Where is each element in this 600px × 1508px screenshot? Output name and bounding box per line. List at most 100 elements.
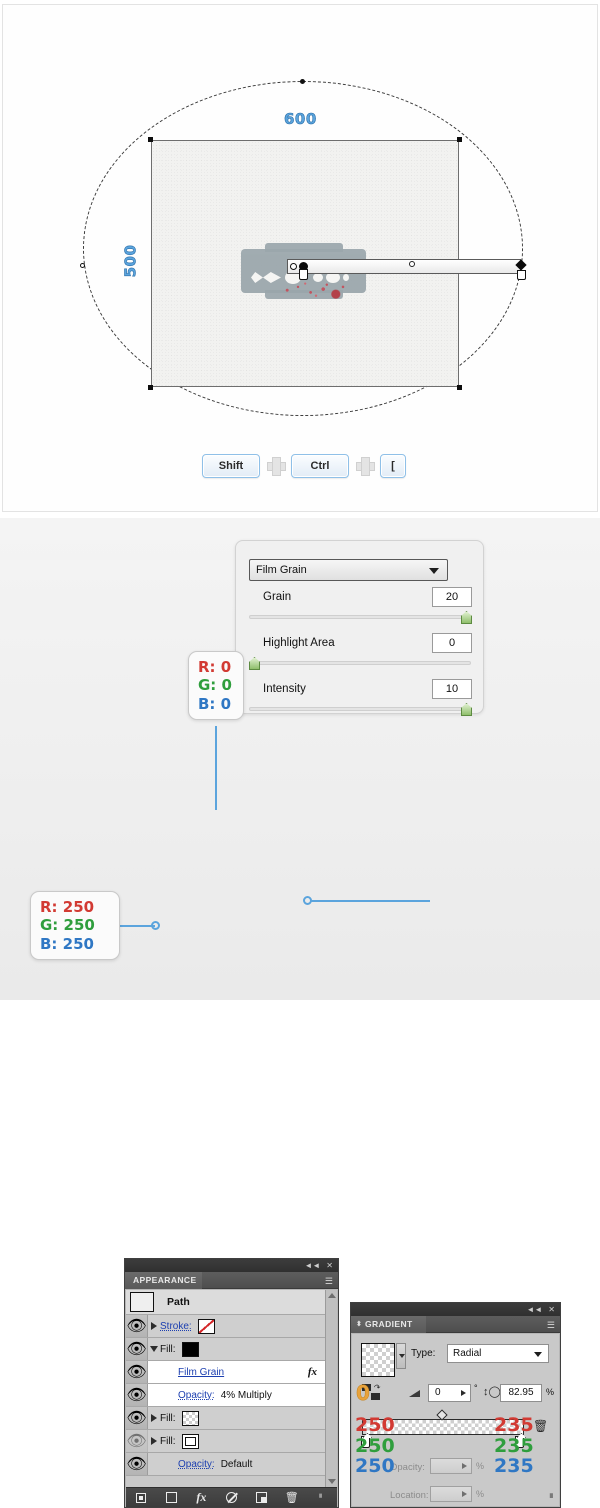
artboard-corner-bottom-right[interactable] (457, 385, 462, 390)
fill-swatch-white[interactable] (181, 1433, 199, 1449)
dropdown-arrow-icon[interactable] (462, 1491, 467, 1497)
fill-swatch-gradient[interactable] (181, 1410, 199, 1426)
grain-value-input[interactable]: 20 (432, 587, 472, 607)
appearance-panel-tabbar: APPEARANCE ☰ (125, 1272, 338, 1289)
opacity-label[interactable]: Opacity: (178, 1459, 215, 1470)
effect-name-dropdown[interactable]: Film Grain (249, 559, 448, 581)
scroll-up-icon[interactable] (328, 1293, 336, 1298)
fill-label[interactable]: Fill: (160, 1436, 176, 1447)
delete-effect-button[interactable] (216, 1492, 246, 1503)
appearance-row-fill-white[interactable]: 👁 Fill: (126, 1430, 325, 1453)
expand-triangle-icon[interactable] (148, 1322, 160, 1330)
ellipse-anchor-top[interactable] (300, 79, 305, 84)
appearance-row-opacity-default[interactable]: 👁 Opacity: Default (126, 1453, 325, 1476)
visibility-eye-icon[interactable]: 👁 (126, 1315, 148, 1337)
dropdown-arrow-icon[interactable] (462, 1463, 467, 1469)
tab-gradient[interactable]: ⬍ GRADIENT (351, 1316, 426, 1333)
appearance-row-stroke[interactable]: 👁 Stroke: (126, 1315, 325, 1338)
appearance-object-row[interactable]: Path (126, 1290, 325, 1315)
plus-icon (267, 457, 286, 476)
fill-label[interactable]: Fill: (160, 1344, 176, 1355)
fill-label[interactable]: Fill: (160, 1413, 176, 1424)
delete-item-button[interactable]: 🗑 (277, 1491, 307, 1504)
opacity-value: Default (220, 1458, 253, 1470)
gradient-annotator-bar[interactable] (287, 259, 521, 274)
fx-icon[interactable]: fx (308, 1366, 317, 1378)
chevron-down-icon (399, 1354, 405, 1358)
resize-grip[interactable]: ▘ (550, 1494, 556, 1503)
tab-appearance[interactable]: APPEARANCE (125, 1272, 202, 1289)
appearance-row-fill-checker[interactable]: 👁 Fill: (126, 1407, 325, 1430)
gradient-angle-input[interactable]: 0 (428, 1384, 471, 1402)
grip-icon: ⬍ (356, 1321, 363, 1328)
duplicate-item-button[interactable] (247, 1492, 277, 1503)
percent-symbol: % (546, 1387, 555, 1397)
gradient-location-input[interactable] (430, 1486, 472, 1502)
gradient-annotator-midpoint[interactable] (409, 261, 415, 267)
rgb-green-value: 235 (494, 1434, 534, 1457)
expand-triangle-icon[interactable] (148, 1414, 160, 1422)
grain-slider-track[interactable] (249, 615, 471, 619)
highlight-area-value-input[interactable]: 0 (432, 633, 472, 653)
gradient-presets-dropdown[interactable] (396, 1343, 406, 1369)
film-grain-effect-label[interactable]: Film Grain (178, 1367, 224, 1378)
visibility-eye-icon[interactable]: 👁 (126, 1338, 148, 1360)
stroke-label[interactable]: Stroke: (160, 1321, 192, 1332)
appearance-row-film-grain-effect[interactable]: 👁 Film Grain fx (126, 1361, 325, 1384)
collapse-icon[interactable]: ◄◄ (304, 1261, 320, 1270)
rgb-red-value: 250 (355, 1414, 395, 1436)
gradient-preview-swatch[interactable] (361, 1343, 395, 1377)
close-icon[interactable]: ✕ (326, 1261, 333, 1270)
visibility-eye-icon[interactable]: 👁 (126, 1361, 148, 1383)
new-art-basic-appearance-button[interactable] (126, 1492, 156, 1503)
appearance-scrollbar[interactable] (325, 1290, 337, 1487)
gradient-location-label: Location: (390, 1490, 429, 1501)
rgb-green-value: G: 0 (198, 676, 232, 695)
fill-swatch-black[interactable] (181, 1341, 199, 1357)
clear-appearance-button[interactable] (156, 1492, 186, 1503)
visibility-eye-icon[interactable]: 👁 (126, 1384, 148, 1406)
ellipse-anchor-left[interactable] (80, 263, 85, 268)
intensity-value-input[interactable]: 10 (432, 679, 472, 699)
opacity-label[interactable]: Opacity: (178, 1390, 215, 1401)
expand-triangle-icon[interactable] (148, 1437, 160, 1445)
add-effect-fx-button[interactable]: fx (186, 1490, 216, 1505)
highlight-area-slider-thumb[interactable] (249, 657, 260, 670)
visibility-eye-icon-hidden[interactable]: 👁 (126, 1430, 148, 1452)
delete-stop-icon[interactable]: 🗑 (533, 1419, 548, 1433)
gradient-opacity-label: Opacity: (390, 1462, 425, 1473)
stroke-swatch-none[interactable] (197, 1318, 215, 1334)
appearance-row-fill-black[interactable]: 👁 Fill: (126, 1338, 325, 1361)
visibility-eye-icon[interactable]: 👁 (126, 1407, 148, 1429)
panel-menu-icon[interactable]: ☰ (547, 1320, 555, 1331)
appearance-row-opacity-multiply[interactable]: 👁 Opacity: 4% Multiply (126, 1384, 325, 1407)
panel-menu-icon[interactable]: ☰ (325, 1276, 333, 1287)
key-left-bracket[interactable]: [ (380, 453, 406, 478)
gradient-type-dropdown[interactable]: Radial (447, 1344, 549, 1363)
artboard-corner-top-left[interactable] (148, 137, 153, 142)
gradient-opacity-input[interactable] (430, 1458, 472, 1474)
gradient-annotator-end-stop[interactable] (517, 270, 526, 280)
gradient-annotator-origin-ring[interactable] (290, 263, 297, 270)
scroll-down-icon[interactable] (328, 1479, 336, 1484)
gradient-annotator-start-stop[interactable] (299, 269, 308, 280)
collapse-triangle-icon[interactable] (148, 1346, 160, 1352)
key-ctrl[interactable]: Ctrl (291, 453, 349, 478)
close-icon[interactable]: ✕ (548, 1305, 555, 1314)
key-shift[interactable]: Shift (202, 453, 260, 478)
intensity-slider-thumb[interactable] (461, 703, 472, 716)
artboard-corner-bottom-left[interactable] (148, 385, 153, 390)
tab-gradient-label: GRADIENT (365, 1319, 413, 1329)
resize-grip[interactable]: ▘ (307, 1494, 337, 1502)
intensity-slider-track[interactable] (249, 707, 471, 711)
dropdown-arrow-icon[interactable] (461, 1390, 466, 1396)
highlight-area-slider-track[interactable] (249, 661, 471, 665)
artboard-corner-top-right[interactable] (457, 137, 462, 142)
visibility-eye-icon[interactable]: 👁 (126, 1453, 148, 1475)
collapse-icon[interactable]: ◄◄ (526, 1305, 542, 1314)
grain-slider-thumb[interactable] (461, 611, 472, 624)
plus-icon (356, 457, 375, 476)
appearance-panel-titlebar: ◄◄ ✕ (125, 1259, 338, 1272)
rgb-red-value: 235 (494, 1414, 534, 1436)
gradient-aspect-ratio-input[interactable]: 82.95 (500, 1384, 542, 1402)
